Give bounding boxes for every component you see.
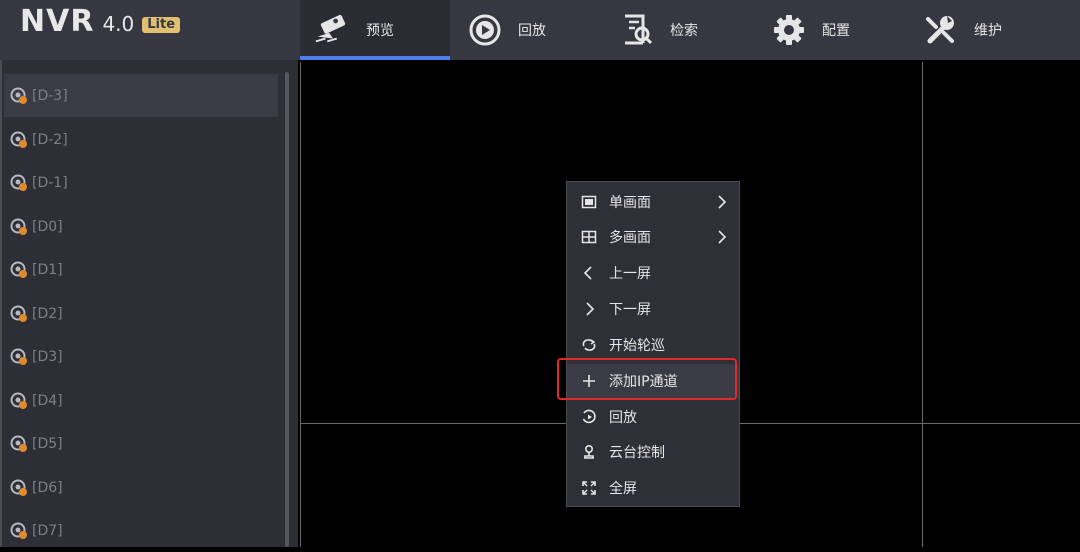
channel-item[interactable]: [D7]	[4, 509, 278, 552]
channel-camera-icon	[10, 131, 27, 148]
channel-camera-icon	[10, 392, 27, 409]
channel-camera-icon	[10, 174, 27, 191]
wrench-icon	[922, 11, 960, 49]
chevron-right-icon	[718, 230, 727, 244]
gear-icon	[770, 11, 808, 49]
menu-item-ptz-control[interactable]: 云台控制	[567, 435, 739, 469]
channel-item[interactable]: [D0]	[4, 205, 278, 248]
channel-name: [D-3]	[32, 87, 68, 104]
grid-line	[922, 62, 923, 547]
channel-item[interactable]: [D6]	[4, 466, 278, 509]
ptz-icon	[581, 444, 597, 460]
context-menu: 单画面 多画面 上一屏 下一屏 开始轮巡 添加IP通道 回放 云台控制 全屏	[566, 181, 740, 507]
channel-item[interactable]: [D-3]	[4, 74, 278, 117]
grid-line	[300, 62, 301, 547]
channel-item[interactable]: [D4]	[4, 379, 278, 422]
chevron-right-icon	[718, 195, 727, 209]
channel-item[interactable]: [D-2]	[4, 118, 278, 161]
menu-item-next-screen[interactable]: 下一屏	[567, 292, 739, 326]
nav-tab-config[interactable]: 配置	[760, 0, 900, 60]
channel-name: [D7]	[32, 522, 63, 539]
channel-item[interactable]: [D2]	[4, 292, 278, 335]
menu-label: 回放	[609, 410, 637, 426]
channel-name: [D3]	[32, 348, 63, 365]
menu-label: 单画面	[609, 195, 651, 211]
chevron-right-icon	[581, 301, 597, 317]
chevron-left-icon	[581, 265, 597, 281]
channel-camera-icon	[10, 218, 27, 235]
sidebar-edge	[0, 60, 2, 547]
menu-item-start-patrol[interactable]: 开始轮巡	[567, 328, 739, 362]
menu-item-playback[interactable]: 回放	[567, 400, 739, 434]
single-screen-icon	[581, 194, 597, 210]
channel-item[interactable]: [D5]	[4, 422, 278, 465]
channel-camera-icon	[10, 348, 27, 365]
channel-name: [D4]	[32, 392, 63, 409]
channel-camera-icon	[10, 305, 27, 322]
nav-tab-maintenance[interactable]: 维护	[912, 0, 1052, 60]
menu-item-single-screen[interactable]: 单画面	[567, 185, 739, 219]
menu-label: 下一屏	[609, 302, 651, 318]
channel-name: [D0]	[32, 218, 63, 235]
channel-name: [D-2]	[32, 131, 68, 148]
menu-label: 上一屏	[609, 266, 651, 282]
app-name: NVR	[20, 4, 95, 39]
menu-item-fullscreen[interactable]: 全屏	[567, 471, 739, 505]
channel-camera-icon	[10, 261, 27, 278]
channel-camera-icon	[10, 435, 27, 452]
sidebar-scrollbar[interactable]	[285, 72, 289, 547]
nav-label-maintenance: 维护	[974, 23, 1002, 39]
channel-item[interactable]: [D-1]	[4, 161, 278, 204]
channel-name: [D6]	[32, 479, 63, 496]
search-file-icon	[618, 11, 656, 49]
highlight-box	[557, 358, 737, 400]
playback-icon	[466, 11, 504, 49]
nav-label-config: 配置	[822, 23, 850, 39]
top-bar: NVR 4.0 Lite 预览 回放 检索 配置 维护	[0, 0, 1080, 60]
edition-badge: Lite	[142, 17, 181, 33]
nav-label-preview: 预览	[366, 23, 394, 39]
menu-item-prev-screen[interactable]: 上一屏	[567, 256, 739, 290]
fullscreen-icon	[581, 480, 597, 496]
menu-item-multi-screen[interactable]: 多画面	[567, 220, 739, 254]
nav-tab-search[interactable]: 检索	[606, 0, 746, 60]
menu-label: 云台控制	[609, 445, 665, 461]
channel-name: [D2]	[32, 305, 63, 322]
channel-name: [D-1]	[32, 174, 68, 191]
playback-icon	[581, 409, 597, 425]
menu-label: 多画面	[609, 230, 651, 246]
channel-item[interactable]: [D1]	[4, 248, 278, 291]
channel-camera-icon	[10, 87, 27, 104]
camera-icon	[314, 11, 352, 49]
app-version: 4.0	[102, 12, 135, 36]
app-logo: NVR 4.0 Lite	[20, 4, 181, 44]
channel-item[interactable]: [D3]	[4, 335, 278, 378]
channel-name: [D1]	[32, 261, 63, 278]
menu-label: 开始轮巡	[609, 338, 665, 354]
nav-label-playback: 回放	[518, 23, 546, 39]
nav-tab-preview[interactable]: 预览	[300, 0, 450, 60]
channel-camera-icon	[10, 479, 27, 496]
channel-name: [D5]	[32, 435, 63, 452]
loop-icon	[581, 337, 597, 353]
channel-camera-icon	[10, 522, 27, 539]
multi-screen-icon	[581, 229, 597, 245]
menu-label: 全屏	[609, 481, 637, 497]
channel-sidebar: [D-3] [D-2] [D-1] [D0] [D1] [D2] [D3] [D…	[0, 60, 298, 547]
nav-tab-playback[interactable]: 回放	[452, 0, 592, 60]
nav-label-search: 检索	[670, 23, 698, 39]
